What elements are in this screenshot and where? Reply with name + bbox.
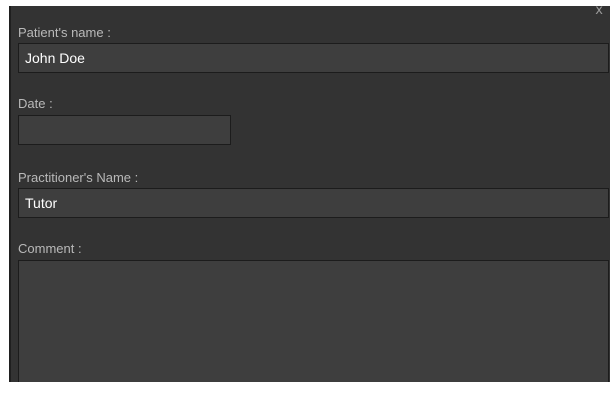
date-label: Date : [18, 96, 53, 111]
practitioner-name-label: Practitioner's Name : [18, 170, 139, 185]
patient-name-label: Patient's name : [18, 25, 111, 40]
practitioner-name-input[interactable] [18, 188, 609, 218]
bottom-margin [0, 382, 610, 405]
patient-info-dialog: x Patient's name : Date : Practitioner's… [9, 6, 610, 382]
page: x Patient's name : Date : Practitioner's… [0, 0, 610, 405]
close-button[interactable]: x [595, 6, 603, 18]
comment-label: Comment : [18, 241, 82, 256]
patient-name-input[interactable] [18, 43, 609, 73]
comment-textarea[interactable] [18, 260, 609, 382]
date-input[interactable] [18, 115, 231, 145]
